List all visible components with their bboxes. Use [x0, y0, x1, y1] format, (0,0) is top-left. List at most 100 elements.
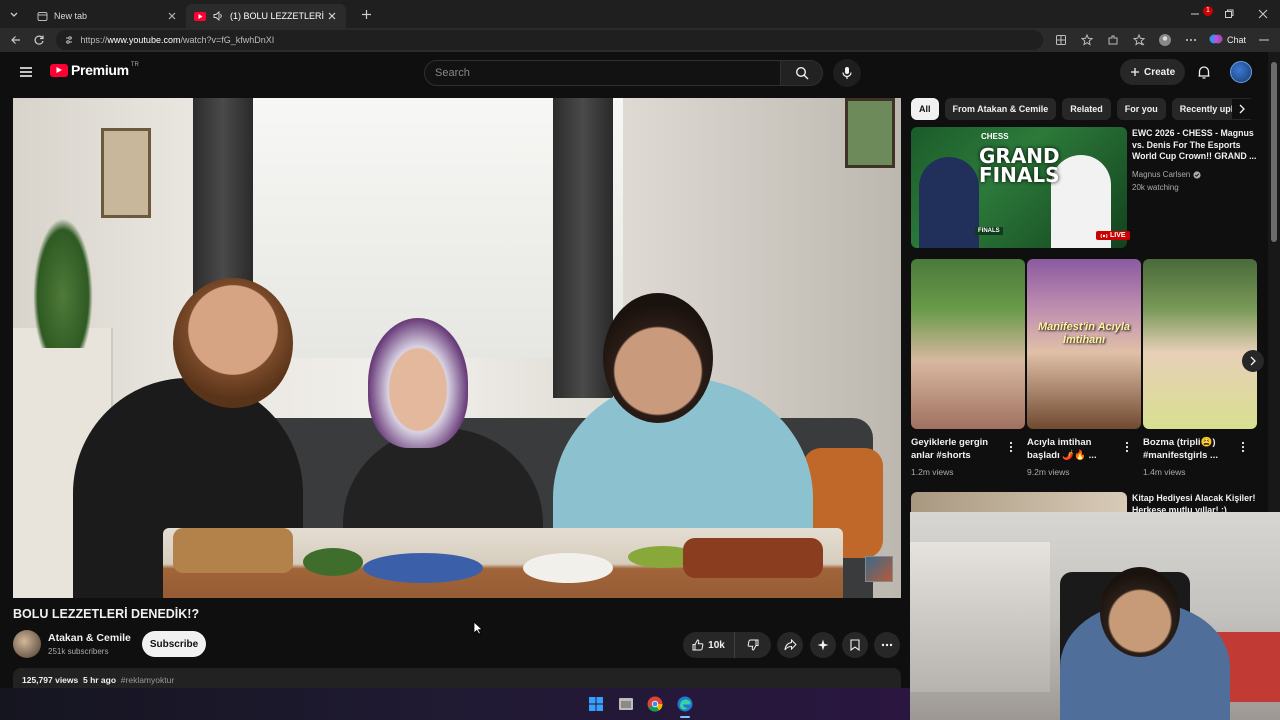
new-tab-button[interactable]	[354, 2, 378, 26]
audio-playing-icon[interactable]	[212, 10, 224, 22]
url-path: /watch?v=fG_kfwhDnXI	[180, 35, 275, 45]
tab-youtube-video[interactable]: (1) BOLU LEZZETLERİ DENEDİK!? - YouTube	[186, 4, 346, 28]
youtube-play-icon	[50, 63, 68, 77]
guide-menu-icon[interactable]	[14, 62, 38, 82]
short-more-icon[interactable]	[1006, 440, 1016, 454]
extensions-icon[interactable]	[1101, 29, 1125, 51]
voice-search-button[interactable]	[833, 59, 861, 87]
profile-icon[interactable]	[1153, 29, 1177, 51]
url-field[interactable]: https://www.youtube.com/watch?v=fG_kfwhD…	[56, 30, 1043, 50]
tab-new-tab[interactable]: New tab	[28, 4, 186, 28]
video-person-left-head	[173, 278, 293, 408]
sidebar-icon[interactable]	[1252, 29, 1276, 51]
view-count: 125,797 views	[22, 675, 79, 685]
channel-name[interactable]: Atakan & Cemile	[48, 632, 131, 644]
account-avatar[interactable]	[1230, 61, 1252, 83]
like-dislike-group: 10k	[683, 632, 771, 658]
close-tab-icon[interactable]	[166, 10, 178, 22]
short-title[interactable]: Acıyla imtihan başladı 🌶️🔥 ...	[1027, 436, 1123, 462]
create-button[interactable]: Create	[1120, 59, 1186, 85]
more-horizontal-icon	[881, 643, 893, 647]
file-explorer-icon[interactable]	[616, 694, 636, 714]
restore-icon[interactable]	[1212, 0, 1246, 28]
video-meta: 125,797 views 5 hr ago #reklamyoktur	[22, 675, 174, 685]
tab-title: (1) BOLU LEZZETLERİ DENEDİK!? - YouTube	[230, 11, 326, 21]
search-input[interactable]	[424, 60, 781, 86]
window-controls	[1178, 0, 1280, 28]
video-player[interactable]	[13, 98, 901, 598]
recommended-video-title[interactable]: EWC 2026 - CHESS - Magnus vs. Denis For …	[1132, 128, 1258, 163]
channel-watermark-icon[interactable]	[865, 556, 893, 582]
chip-from-channel[interactable]: From Atakan & Cemile	[944, 98, 1057, 120]
thumbs-down-icon	[747, 639, 759, 651]
chip-all[interactable]: All	[911, 98, 939, 120]
windows-start-icon[interactable]	[586, 694, 606, 714]
live-label: LIVE	[1110, 232, 1126, 239]
short-title[interactable]: Geyiklerle gergin anlar #shorts	[911, 436, 1007, 462]
favorites-icon[interactable]	[1127, 29, 1151, 51]
short-thumbnail[interactable]	[911, 259, 1025, 429]
recommended-channel[interactable]: Magnus Carlsen	[1132, 170, 1201, 179]
video-dish	[173, 528, 293, 573]
youtube-premium-logo[interactable]: Premium TR	[50, 62, 139, 78]
video-person-right-head	[603, 293, 713, 423]
dislike-button[interactable]	[735, 632, 771, 658]
recommended-video-title[interactable]: Kitap Hediyesi Alacak Kişiler! Herkese m…	[1132, 493, 1262, 513]
close-window-icon[interactable]	[1246, 0, 1280, 28]
more-actions-button[interactable]	[874, 632, 900, 658]
recommended-channel-name: Magnus Carlsen	[1132, 170, 1191, 179]
recommended-video-thumbnail[interactable]	[911, 492, 1127, 512]
channel-avatar[interactable]	[13, 630, 41, 658]
thumb-grand-finals: GRAND FINALS	[979, 144, 1060, 187]
youtube-favicon-icon	[194, 10, 206, 22]
short-title[interactable]: Bozma (tripli😩) #manifestgirls ...	[1143, 436, 1239, 462]
notifications-bell-icon[interactable]	[1192, 60, 1216, 84]
plus-icon	[1131, 68, 1139, 76]
mouse-cursor-icon	[473, 621, 483, 635]
shorts-next-arrow-icon[interactable]	[1242, 350, 1264, 372]
ask-ai-button[interactable]	[810, 632, 836, 658]
site-info-icon[interactable]	[64, 35, 74, 45]
short-thumbnail[interactable]: Manifest'in Acıyla İmtihanı	[1027, 259, 1141, 429]
notification-count-badge: 1	[1203, 6, 1213, 16]
live-signal-icon	[1100, 233, 1108, 238]
webcam-person-head	[1100, 567, 1180, 657]
chip-for-you[interactable]: For you	[1116, 98, 1166, 120]
chip-related[interactable]: Related	[1062, 98, 1111, 120]
save-button[interactable]	[842, 632, 868, 658]
subscribe-button[interactable]: Subscribe	[142, 631, 206, 657]
scrollbar-thumb[interactable]	[1271, 62, 1277, 242]
new-tab-icon	[36, 10, 48, 22]
video-title: BOLU LEZZETLERİ DENEDİK!?	[13, 607, 200, 621]
like-count: 10k	[708, 639, 725, 651]
hashtag-link[interactable]: #reklamyoktur	[121, 675, 174, 685]
share-button[interactable]	[777, 632, 803, 658]
sparkle-icon	[817, 639, 829, 651]
video-dish	[303, 548, 363, 576]
app-available-icon[interactable]	[1049, 29, 1073, 51]
video-frame-plant	[33, 218, 93, 348]
short-more-icon[interactable]	[1238, 440, 1248, 454]
copilot-chat-button[interactable]: Chat	[1205, 32, 1250, 48]
back-icon[interactable]	[4, 29, 27, 51]
short-views: 1.2m views	[911, 467, 954, 477]
address-bar-row: https://www.youtube.com/watch?v=fG_kfwhD…	[0, 28, 1280, 52]
logo-region: TR	[130, 62, 139, 68]
refresh-icon[interactable]	[27, 29, 50, 51]
like-button[interactable]: 10k	[683, 632, 735, 658]
recommended-video-thumbnail[interactable]: CHESS GRAND FINALS FINALS	[911, 127, 1127, 248]
url-scheme: https://	[80, 35, 108, 45]
chrome-icon[interactable]	[645, 694, 665, 714]
search-button[interactable]	[781, 60, 823, 86]
share-icon	[784, 639, 797, 651]
favorite-star-icon[interactable]	[1075, 29, 1099, 51]
short-more-icon[interactable]	[1122, 440, 1132, 454]
more-options-icon[interactable]	[1179, 29, 1203, 51]
tab-actions-icon[interactable]	[0, 0, 28, 28]
chips-next-arrow-icon[interactable]	[1232, 99, 1252, 119]
webcam-overlay	[910, 512, 1280, 720]
create-label: Create	[1144, 66, 1176, 78]
short-thumbnail[interactable]	[1143, 259, 1257, 429]
close-tab-icon[interactable]	[326, 10, 338, 22]
edge-icon[interactable]	[675, 694, 695, 714]
